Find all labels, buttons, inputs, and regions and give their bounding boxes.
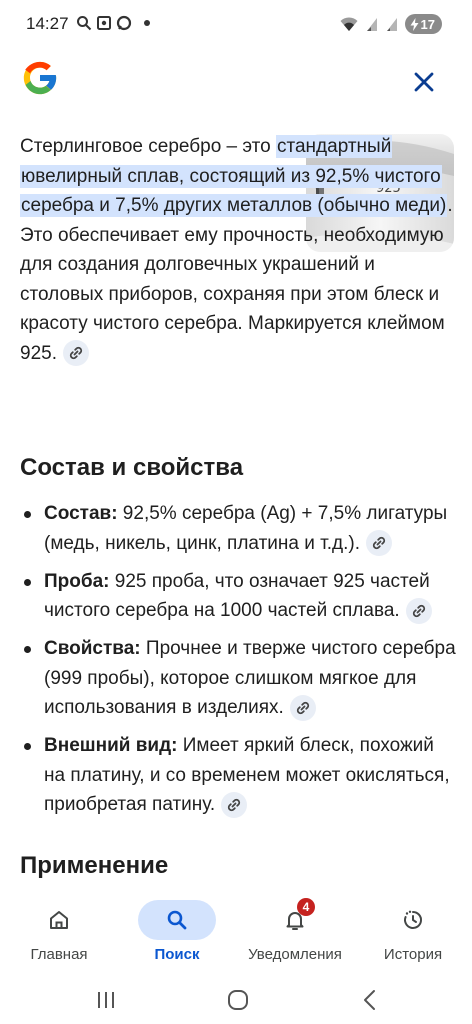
source-link-button[interactable] bbox=[221, 791, 248, 818]
recent-apps-icon bbox=[98, 992, 114, 1008]
signal-icon bbox=[386, 18, 397, 31]
nav-pill-active bbox=[138, 900, 216, 940]
ai-overview-content[interactable]: 925 Стерлинговое серебро – это стандартн… bbox=[0, 114, 472, 894]
signal-icon bbox=[366, 18, 377, 31]
screenshot-icon bbox=[97, 16, 111, 30]
section-title-composition: Состав и свойства bbox=[20, 454, 244, 481]
list-item-label: Внешний вид: bbox=[44, 735, 178, 756]
wifi-icon bbox=[340, 17, 358, 31]
status-time: 14:27 bbox=[26, 14, 69, 33]
search-icon bbox=[167, 910, 187, 930]
source-link-button[interactable] bbox=[289, 694, 316, 721]
link-icon bbox=[296, 701, 309, 715]
status-icons-right: 17 bbox=[339, 14, 442, 34]
back-button[interactable] bbox=[350, 982, 390, 1018]
nav-item-search[interactable]: Поиск bbox=[118, 894, 236, 974]
nav-label-search: Поиск bbox=[154, 946, 200, 963]
list-item: Проба: 925 проба, что означает 925 часте… bbox=[20, 567, 460, 626]
section-title-usage: Применение bbox=[20, 852, 169, 879]
google-logo bbox=[23, 61, 57, 95]
source-link-button[interactable] bbox=[405, 597, 432, 624]
bottom-navigation: Главная Поиск 4 Уведомления История bbox=[0, 894, 472, 974]
source-link-button[interactable] bbox=[365, 530, 392, 557]
link-icon bbox=[69, 347, 83, 360]
list-item-label: Проба: bbox=[44, 570, 110, 592]
link-icon bbox=[228, 798, 241, 812]
home-icon bbox=[50, 911, 68, 929]
source-link-button[interactable] bbox=[62, 340, 89, 367]
close-icon bbox=[414, 72, 434, 92]
search-icon bbox=[77, 16, 92, 31]
battery-level: 17 bbox=[420, 16, 435, 32]
notification-badge: 4 bbox=[297, 898, 315, 916]
battery-indicator: 17 bbox=[404, 14, 442, 34]
composition-list: Состав: 92,5% серебра (Ag) + 7,5% лигату… bbox=[20, 499, 460, 828]
nav-item-notifications[interactable]: 4 Уведомления bbox=[236, 894, 354, 974]
charging-bolt-icon bbox=[410, 17, 419, 31]
nav-label-history: История bbox=[383, 946, 443, 963]
nav-item-history[interactable]: История bbox=[354, 894, 472, 974]
list-item-label: Свойства: bbox=[44, 638, 141, 659]
list-item: Свойства: Прочнее и тверже чистого сереб… bbox=[20, 634, 460, 723]
nav-label-notifications: Уведомления bbox=[248, 946, 342, 963]
notification-dot bbox=[144, 20, 150, 26]
link-icon bbox=[412, 604, 425, 618]
home-button[interactable] bbox=[218, 982, 258, 1018]
status-icons-left bbox=[76, 14, 150, 32]
nav-pill bbox=[20, 900, 98, 940]
close-button[interactable] bbox=[406, 64, 442, 100]
history-icon bbox=[404, 910, 422, 929]
nav-label-home: Главная bbox=[30, 946, 88, 963]
nav-pill bbox=[374, 900, 452, 940]
intro-paragraph: Стерлинговое серебро – это стандартный ю… bbox=[20, 132, 460, 368]
home-circle-icon bbox=[228, 990, 248, 1010]
link-icon bbox=[372, 537, 386, 550]
status-bar: 14:27 17 bbox=[0, 0, 472, 52]
back-icon bbox=[364, 990, 375, 1010]
header bbox=[0, 52, 472, 114]
intro-text-before: Стерлинговое серебро – это bbox=[20, 136, 276, 157]
list-item: Состав: 92,5% серебра (Ag) + 7,5% лигату… bbox=[20, 499, 460, 558]
chat-icon bbox=[116, 15, 132, 31]
intro-text-after: . Это обеспечивает ему прочность, необхо… bbox=[20, 195, 453, 364]
list-item: Внешний вид: Имеет яркий блеск, похожий … bbox=[20, 731, 460, 820]
recent-apps-button[interactable] bbox=[86, 982, 126, 1018]
list-item-label: Состав: bbox=[44, 503, 118, 524]
system-navigation-bar bbox=[0, 974, 472, 1024]
nav-item-home[interactable]: Главная bbox=[0, 894, 118, 974]
nav-pill bbox=[256, 900, 334, 940]
